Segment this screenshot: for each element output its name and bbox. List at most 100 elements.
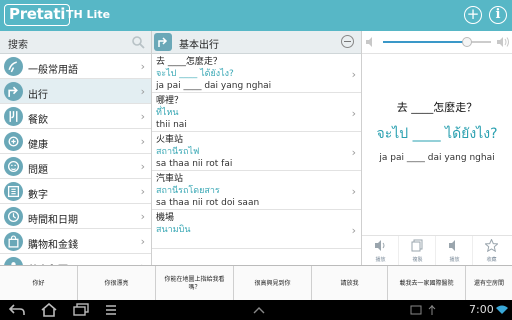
search-icon[interactable] — [131, 35, 145, 49]
back-icon[interactable] — [8, 303, 26, 317]
phrase-list-header: 基本出行 — [152, 31, 361, 54]
volume-slider[interactable] — [383, 37, 491, 47]
phrase-chinese: 去 ____怎麼走？ — [156, 57, 222, 67]
dining-icon — [4, 107, 23, 126]
sidebar-category-label: 一般常用語 — [28, 65, 78, 76]
copy-button[interactable]: 複製 — [399, 236, 436, 266]
chevron-right-icon: › — [351, 146, 356, 159]
usb-icon — [428, 305, 436, 315]
volume-slider-fill — [383, 41, 468, 43]
chevron-right-icon: › — [140, 185, 145, 198]
phrase-chinese: 火車站 — [156, 135, 184, 145]
general-icon — [4, 57, 23, 76]
sidebar-category-item[interactable]: 購物和金錢 › — [0, 229, 151, 254]
sidebar-category-label: 健康 — [28, 140, 48, 151]
phrase-thai: สถานีรถโดยสาร — [156, 186, 220, 196]
chevron-right-icon: › — [140, 85, 145, 98]
phrase-chinese: 機場 — [156, 213, 175, 223]
clock-text: 7:00 — [469, 303, 494, 316]
search-bar[interactable]: 搜索 — [0, 31, 151, 54]
phrase-detail-panel: 去 ____怎麼走？ จะไป ____ ได้ยังไง? ja pai __… — [362, 31, 512, 266]
quick-phrase-button[interactable]: 很高興見到你 — [234, 266, 312, 300]
favorite-button[interactable]: 收藏 — [473, 236, 512, 266]
detail-chinese-text: 去 ____怎麼走？ — [396, 101, 478, 114]
volume-high-icon — [497, 37, 509, 47]
sidebar-category-item[interactable]: 餐飲 › — [0, 104, 151, 129]
volume-slider-knob[interactable] — [462, 37, 473, 47]
sidebar-category-item[interactable]: 出行 › — [0, 79, 151, 104]
chevron-right-icon: › — [351, 107, 356, 120]
speaker-slow-icon — [449, 240, 455, 251]
chevron-right-icon: › — [351, 185, 356, 198]
phrase-list-item[interactable]: 汽車站 สถานีรถโดยสาร sa thaa nii rot doi saan… — [152, 171, 361, 210]
app-logo: Pretati — [4, 4, 71, 26]
recent-apps-icon[interactable] — [72, 303, 90, 317]
play-slow-button[interactable]: 播放 — [436, 236, 473, 266]
chevron-right-icon: › — [140, 135, 145, 148]
category-sidebar: 搜索 一般常用語 › 出行 › 餐飲 › 健康 › 問題 › 數字 › 時間和日期 › 購物和金錢 › 數人兒面… — [0, 31, 152, 265]
question-icon — [4, 157, 23, 176]
quick-phrase-button[interactable]: 還有空房間 — [466, 266, 512, 300]
chevron-right-icon: › — [140, 60, 145, 73]
quick-phrase-button[interactable]: 載我去一家國際醫院 — [388, 266, 466, 300]
phrase-romanization: ja pai ____ dai yang nghai — [156, 81, 272, 91]
quick-phrase-bar: 你好 你很漂亮 你能在地圖上指給我看嗎？ 很高興見到你 請放我 載我去一家國際醫… — [0, 265, 512, 300]
sidebar-category-item[interactable]: 一般常用語 › — [0, 54, 151, 79]
phrase-romanization: sa thaa nii rot fai — [156, 159, 233, 169]
phrase-list-item[interactable]: 哪裡？ ที่ไหน thii nai › — [152, 93, 361, 132]
detail-romanization: ja pai ____ dai yang nghai — [379, 153, 495, 163]
phrase-romanization: sa thaa nii rot doi saan — [156, 198, 260, 208]
play-button[interactable]: 播放 — [362, 236, 399, 266]
sidebar-category-item[interactable]: 數字 › — [0, 179, 151, 204]
quick-phrase-button[interactable]: 你很漂亮 — [78, 266, 156, 300]
sidebar-category-label: 時間和日期 — [28, 215, 78, 226]
screenshot-icon — [410, 305, 422, 315]
app-title: TH Lite — [66, 8, 111, 21]
chevron-right-icon: › — [140, 235, 145, 248]
clock-icon — [4, 207, 23, 226]
detail-actions: 播放 複製 播放 收藏 — [362, 235, 512, 266]
sidebar-category-item[interactable]: 健康 › — [0, 129, 151, 154]
phrase-list-panel: 基本出行 去 ____怎麼走？ จะไป ____ ได้ยังไง? ja pai… — [152, 31, 362, 265]
phrase-chinese: 汽車站 — [156, 174, 184, 184]
title-bar: Pretati TH Lite + i — [0, 0, 512, 31]
chevron-right-icon: › — [351, 224, 356, 237]
volume-low-icon — [366, 37, 372, 47]
chevron-up-icon[interactable] — [252, 305, 266, 315]
phrase-list-item[interactable]: 去 ____怎麼走？ จะไป ____ ได้ยังไง? ja pai ____… — [152, 54, 361, 93]
menu-icon[interactable] — [104, 303, 118, 317]
sidebar-category-item[interactable]: 時間和日期 › — [0, 204, 151, 229]
quick-phrase-button[interactable]: 你能在地圖上指給我看嗎？ — [156, 266, 234, 300]
copy-label: 複製 — [412, 257, 423, 263]
app-window: Pretati TH Lite + i 搜索 一般常用語 › 出行 › 餐飲 › 健康 › 問題… — [0, 0, 512, 300]
collapse-icon[interactable] — [341, 35, 354, 48]
star-icon — [485, 239, 498, 252]
quick-phrase-button[interactable]: 請放我 — [312, 266, 388, 300]
home-icon[interactable] — [40, 303, 58, 317]
detail-thai-text: จะไป ____ ได้ยังไง? — [376, 126, 498, 142]
phrase-list-title: 基本出行 — [179, 40, 219, 51]
favorite-label: 收藏 — [486, 257, 497, 263]
shopping-icon — [4, 232, 23, 251]
phrase-thai: จะไป ____ ได้ยังไง? — [156, 69, 234, 79]
quick-phrase-button[interactable]: 你好 — [0, 266, 78, 300]
travel-icon — [4, 82, 23, 101]
phrase-thai: ที่ไหน — [156, 108, 179, 118]
phrase-thai: สนามบิน — [156, 225, 191, 235]
info-circle-icon[interactable]: i — [489, 6, 507, 24]
sidebar-category-label: 出行 — [28, 90, 48, 101]
sidebar-category-item[interactable]: 數人兒面› — [0, 254, 151, 265]
sidebar-category-label: 購物和金錢 — [28, 240, 78, 251]
phrase-list-item[interactable]: 機場 สนามบิน › — [152, 210, 361, 249]
wifi-icon — [496, 305, 508, 314]
chevron-right-icon: › — [140, 110, 145, 123]
phrase-thai: สถานีรถไฟ — [156, 147, 200, 157]
sidebar-category-item[interactable]: 問題 › — [0, 154, 151, 179]
phrase-list-item[interactable]: 火車站 สถานีรถไฟ sa thaa nii rot fai › — [152, 132, 361, 171]
plus-circle-icon[interactable]: + — [464, 6, 482, 24]
chevron-right-icon: › — [351, 68, 356, 81]
phrase-romanization: thii nai — [156, 120, 187, 130]
play-label: 播放 — [375, 257, 386, 263]
search-label: 搜索 — [8, 40, 28, 51]
phrase-chinese: 哪裡？ — [156, 96, 184, 106]
